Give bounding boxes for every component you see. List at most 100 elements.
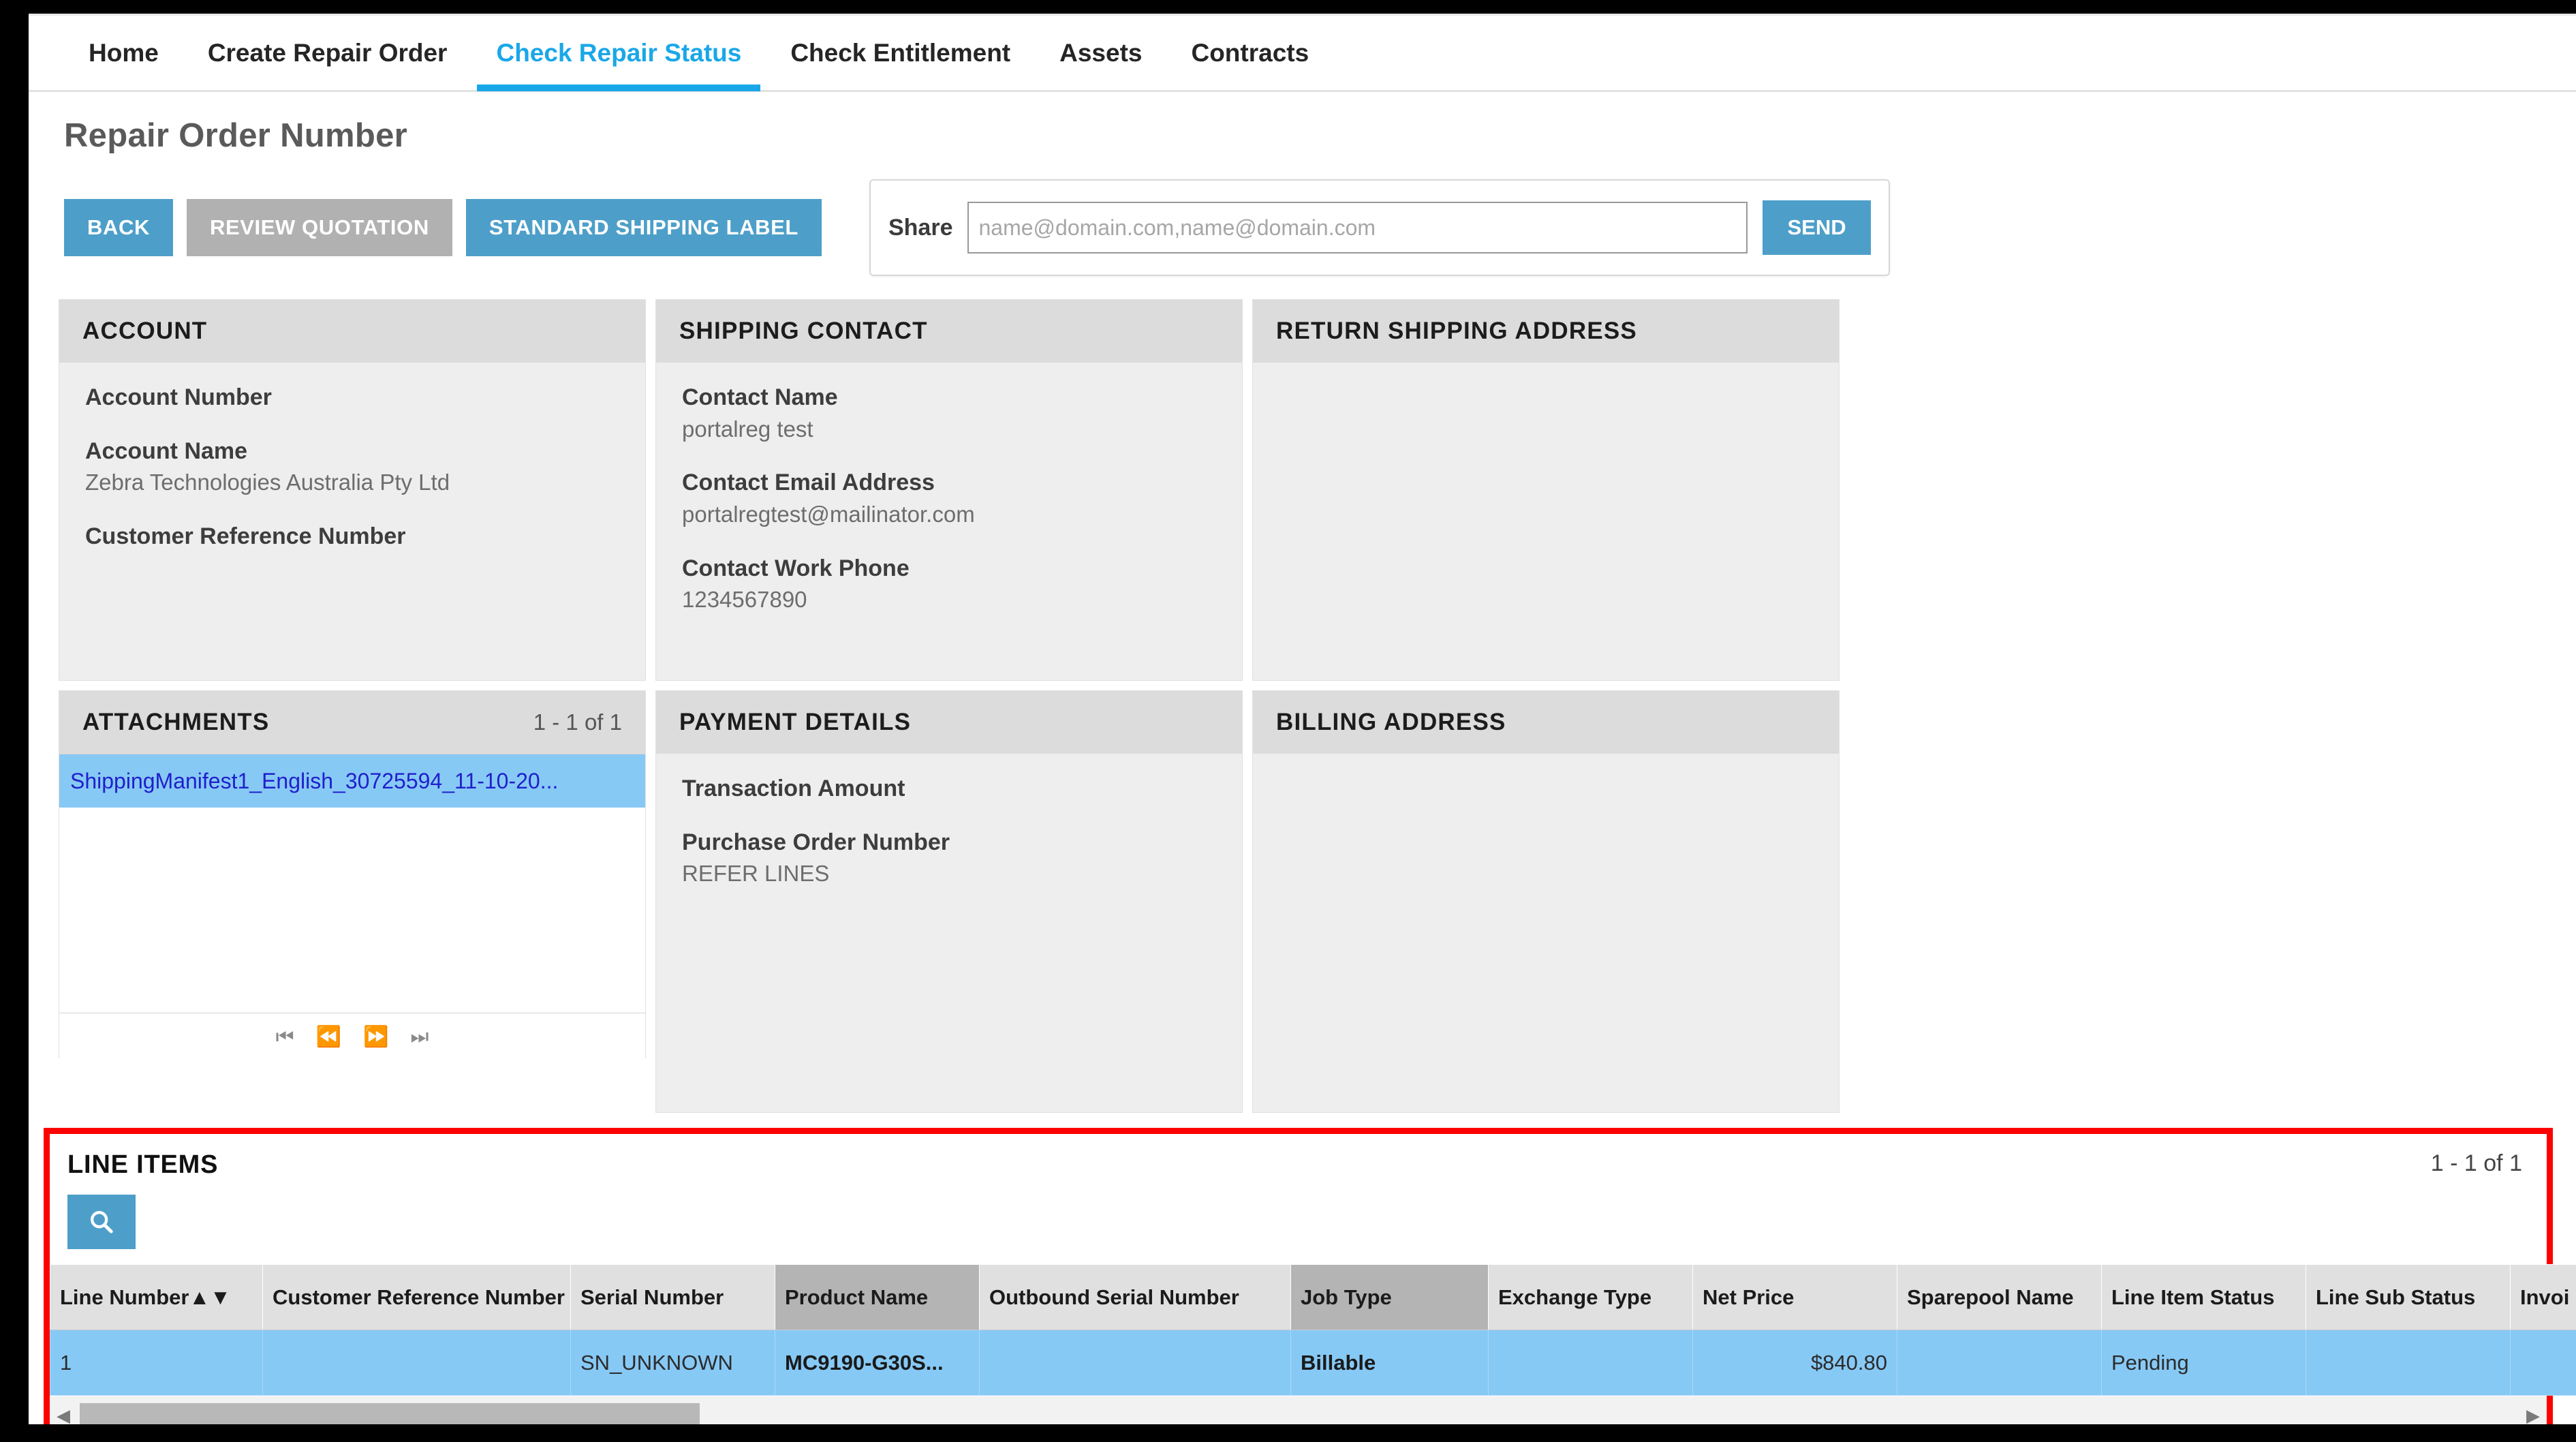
attachment-link[interactable]: ShippingManifest1_English_30725594_11-10… [70, 769, 558, 794]
last-page-icon[interactable]: ⏭ [410, 1026, 429, 1047]
field-label: Account Number [85, 384, 272, 410]
nav-tab-label: Check Repair Status [496, 38, 742, 67]
cell-job-type: Billable [1290, 1330, 1489, 1396]
attachments-pagination: ⏮ ⏪ ⏩ ⏭ [59, 1013, 645, 1060]
detail-panels: ACCOUNT Account Number Account Name Zebr… [29, 276, 2576, 1113]
field-contact-name: Contact Name portalreg test [682, 383, 1216, 444]
panel-attachments-count: 1 - 1 of 1 [533, 709, 622, 735]
line-items-search-button[interactable] [67, 1195, 136, 1249]
column-header-job-type[interactable]: Job Type [1290, 1264, 1489, 1330]
next-page-icon[interactable]: ⏩ [363, 1026, 388, 1047]
list-item[interactable]: ShippingManifest1_English_30725594_11-10… [59, 754, 645, 808]
scroll-right-icon[interactable]: ▶ [2519, 1405, 2547, 1424]
line-items-header: LINE ITEMS 1 - 1 of 1 [50, 1134, 2547, 1180]
field-label: Contact Work Phone [682, 555, 910, 581]
field-purchase-order-number: Purchase Order Number REFER LINES [682, 828, 1216, 889]
standard-shipping-label-button[interactable]: STANDARD SHIPPING LABEL [465, 199, 822, 256]
field-value: Zebra Technologies Australia Pty Ltd [85, 470, 450, 495]
column-header-sparepool-name[interactable]: Sparepool Name [1897, 1264, 2102, 1330]
panel-attachments-title: ATTACHMENTS [82, 709, 270, 735]
panel-billing-address-title: BILLING ADDRESS [1276, 709, 1506, 735]
column-header-outbound-serial-number[interactable]: Outbound Serial Number [979, 1264, 1291, 1330]
app-window: Home Create Repair Order Check Repair St… [29, 14, 2576, 1424]
nav-tab-check-repair-status[interactable]: Check Repair Status [471, 15, 766, 91]
table-row[interactable]: 1 SN_UNKNOWN MC9190-G30S... Billable $84… [50, 1330, 2576, 1396]
panel-payment-details-header: PAYMENT DETAILS [656, 691, 1242, 754]
review-quotation-button[interactable]: REVIEW QUOTATION [186, 199, 452, 256]
field-transaction-amount: Transaction Amount [682, 774, 1216, 803]
field-account-number: Account Number [85, 383, 619, 412]
panel-shipping-contact: SHIPPING CONTACT Contact Name portalreg … [655, 299, 1243, 681]
nav-tab-assets[interactable]: Assets [1035, 15, 1166, 91]
column-header-invoice[interactable]: Invoi [2510, 1264, 2576, 1330]
first-page-icon[interactable]: ⏮ [276, 1026, 294, 1047]
field-contact-work-phone: Contact Work Phone 1234567890 [682, 554, 1216, 615]
panel-billing-address-header: BILLING ADDRESS [1253, 691, 1839, 754]
nav-tab-home[interactable]: Home [64, 15, 183, 91]
cell-net-price: $840.80 [1692, 1330, 1897, 1396]
cell-line-number: 1 [50, 1330, 263, 1396]
nav-tab-label: Contracts [1191, 38, 1309, 67]
field-value: portalreg test [682, 416, 813, 442]
column-header-customer-reference-number[interactable]: Customer Reference Number [262, 1264, 571, 1330]
field-value: REFER LINES [682, 861, 830, 886]
attachments-list: ShippingManifest1_English_30725594_11-10… [59, 754, 645, 1013]
panel-shipping-contact-title: SHIPPING CONTACT [679, 318, 928, 344]
field-label: Purchase Order Number [682, 829, 950, 855]
column-header-product-name[interactable]: Product Name [775, 1264, 980, 1330]
column-header-exchange-type[interactable]: Exchange Type [1488, 1264, 1693, 1330]
panel-account-body: Account Number Account Name Zebra Techno… [59, 363, 645, 551]
column-header-line-number[interactable]: Line Number▲▼ [50, 1264, 263, 1330]
page-title: Repair Order Number [64, 117, 408, 154]
panel-payment-details: PAYMENT DETAILS Transaction Amount Purch… [655, 690, 1243, 1113]
field-account-name: Account Name Zebra Technologies Australi… [85, 437, 619, 497]
nav-tab-check-entitlement[interactable]: Check Entitlement [766, 15, 1035, 91]
nav-tab-label: Assets [1059, 38, 1143, 67]
field-value: portalregtest@mailinator.com [682, 501, 975, 527]
column-header-serial-number[interactable]: Serial Number [570, 1264, 775, 1330]
field-label: Transaction Amount [682, 776, 905, 801]
field-label: Contact Email Address [682, 470, 935, 496]
share-email-input[interactable] [967, 202, 1748, 254]
send-button[interactable]: SEND [1763, 200, 1871, 255]
scrollbar-thumb[interactable] [80, 1402, 700, 1424]
search-icon [90, 1210, 113, 1233]
cell-product-name: MC9190-G30S... [775, 1330, 980, 1396]
nav-tab-label: Check Entitlement [790, 38, 1011, 67]
scrollbar-track[interactable] [77, 1400, 2519, 1424]
column-header-line-sub-status[interactable]: Line Sub Status [2306, 1264, 2511, 1330]
panel-return-shipping-address-title: RETURN SHIPPING ADDRESS [1276, 318, 1637, 344]
panel-payment-details-body: Transaction Amount Purchase Order Number… [656, 754, 1242, 889]
nav-tab-create-repair-order[interactable]: Create Repair Order [183, 15, 472, 91]
line-items-table: Line Number▲▼ Customer Reference Number … [50, 1264, 2576, 1396]
share-label: Share [888, 214, 953, 241]
panel-account-title: ACCOUNT [82, 318, 208, 344]
panel-payment-details-title: PAYMENT DETAILS [679, 709, 912, 735]
share-panel: Share SEND [869, 179, 1890, 276]
nav-tab-contracts[interactable]: Contracts [1166, 15, 1333, 91]
line-items-count: 1 - 1 of 1 [2430, 1150, 2522, 1176]
cell-customer-reference-number [262, 1330, 571, 1396]
nav-tab-label: Home [89, 38, 159, 67]
field-customer-reference-number: Customer Reference Number [85, 522, 619, 551]
cell-outbound-serial-number [979, 1330, 1291, 1396]
field-value: 1234567890 [682, 587, 807, 613]
panel-account: ACCOUNT Account Number Account Name Zebr… [59, 299, 646, 681]
back-button[interactable]: BACK [64, 199, 173, 256]
nav-tab-label: Create Repair Order [207, 38, 448, 67]
cell-exchange-type [1488, 1330, 1693, 1396]
main-navigation: Home Create Repair Order Check Repair St… [29, 14, 2576, 92]
field-label: Customer Reference Number [85, 523, 406, 549]
panel-return-shipping-address: RETURN SHIPPING ADDRESS [1252, 299, 1840, 681]
field-label: Contact Name [682, 384, 838, 410]
column-header-line-item-status[interactable]: Line Item Status [2101, 1264, 2306, 1330]
column-header-net-price[interactable]: Net Price [1692, 1264, 1897, 1330]
table-horizontal-scrollbar[interactable]: ◀ ▶ [50, 1396, 2547, 1424]
panel-account-header: ACCOUNT [59, 300, 645, 363]
scroll-left-icon[interactable]: ◀ [50, 1405, 77, 1424]
panel-return-shipping-address-body [1253, 363, 1839, 383]
panel-shipping-contact-body: Contact Name portalreg test Contact Emai… [656, 363, 1242, 615]
panel-shipping-contact-header: SHIPPING CONTACT [656, 300, 1242, 363]
previous-page-icon[interactable]: ⏪ [316, 1026, 341, 1047]
cell-sparepool-name [1897, 1330, 2102, 1396]
